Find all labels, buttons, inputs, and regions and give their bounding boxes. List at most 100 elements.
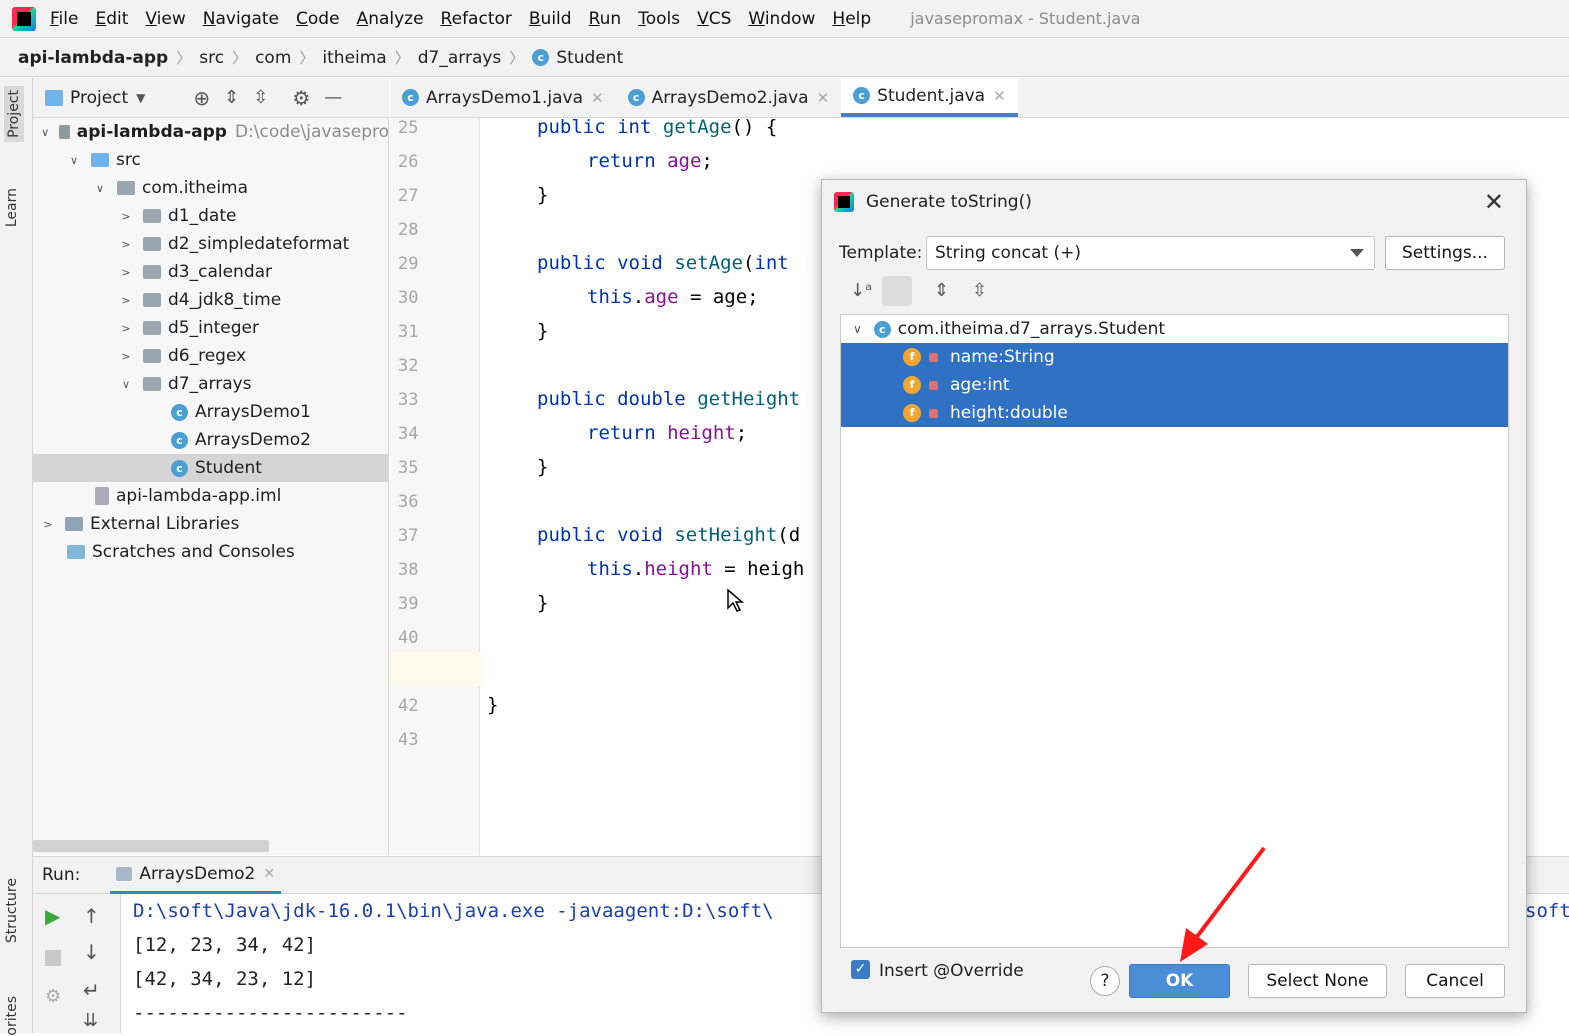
- tree-item-d7[interactable]: ∨ d7_arrays: [33, 370, 388, 398]
- menu-window[interactable]: Window: [748, 9, 815, 29]
- breadcrumb-com[interactable]: com: [255, 48, 291, 68]
- tree-item-d3[interactable]: > d3_calendar: [33, 258, 388, 286]
- member-item-name[interactable]: f name:String: [841, 343, 1508, 371]
- tree-item-scratches[interactable]: Scratches and Consoles: [33, 538, 388, 566]
- class-node[interactable]: ∨ c com.itheima.d7_arrays.Student: [841, 315, 1508, 343]
- menu-code[interactable]: Code: [296, 9, 340, 29]
- tab-arraysdemo1[interactable]: c ArraysDemo1.java ✕: [390, 78, 616, 117]
- tab-arraysdemo2[interactable]: c ArraysDemo2.java ✕: [616, 78, 842, 117]
- project-view-selector[interactable]: Project: [70, 88, 128, 108]
- menu-run[interactable]: Run: [589, 9, 622, 29]
- rerun-icon[interactable]: ▶: [45, 904, 60, 928]
- breadcrumb-src[interactable]: src: [199, 48, 224, 68]
- member-item-age[interactable]: f age:int: [841, 371, 1508, 399]
- close-icon[interactable]: ✕: [817, 89, 830, 107]
- code-line-27: }: [537, 184, 549, 206]
- breadcrumb-itheima[interactable]: itheima: [322, 48, 386, 68]
- arrow-down-icon[interactable]: ↓: [83, 940, 100, 964]
- stop-icon[interactable]: [45, 950, 61, 966]
- cancel-button[interactable]: Cancel: [1405, 964, 1505, 998]
- chevron-down-icon[interactable]: ∨: [853, 322, 862, 336]
- horizontal-scrollbar[interactable]: [33, 840, 269, 852]
- tree-item-arraysdemo2[interactable]: c ArraysDemo2: [33, 426, 388, 454]
- sort-alphabetically-icon[interactable]: ↓ᵃ: [850, 280, 872, 301]
- tool-tab-favorites[interactable]: orites: [4, 996, 20, 1036]
- close-icon[interactable]: ✕: [1484, 188, 1504, 216]
- show-classes-icon[interactable]: [882, 276, 912, 306]
- menu-refactor[interactable]: Refactor: [441, 9, 512, 29]
- tree-item-d4[interactable]: > d4_jdk8_time: [33, 286, 388, 314]
- member-list[interactable]: ∨ c com.itheima.d7_arrays.Student f name…: [840, 314, 1509, 948]
- breadcrumb-project[interactable]: api-lambda-app: [18, 48, 168, 68]
- expand-all-icon[interactable]: ⇕: [224, 87, 239, 108]
- menu-navigate[interactable]: Navigate: [203, 9, 279, 29]
- close-icon[interactable]: ✕: [591, 89, 604, 107]
- chevron-down-icon[interactable]: ∨: [67, 154, 81, 167]
- chevron-right-icon[interactable]: >: [119, 210, 133, 223]
- menu-file[interactable]: File: [50, 9, 78, 29]
- tree-item-iml[interactable]: api-lambda-app.iml: [33, 482, 388, 510]
- line-number: 36: [398, 492, 419, 512]
- chevron-right-icon[interactable]: >: [41, 518, 55, 531]
- tree-item-d5[interactable]: > d5_integer: [33, 314, 388, 342]
- template-select[interactable]: String concat (+): [926, 236, 1375, 270]
- menu-help[interactable]: Help: [832, 9, 871, 29]
- tree-label: api-lambda-app.iml: [116, 486, 282, 506]
- chevron-right-icon[interactable]: >: [119, 238, 133, 251]
- tree-item-d6[interactable]: > d6_regex: [33, 342, 388, 370]
- chevron-down-icon[interactable]: ∨: [93, 182, 107, 195]
- chevron-right-icon[interactable]: >: [119, 322, 133, 335]
- close-icon[interactable]: ✕: [993, 87, 1006, 105]
- breadcrumb-d7-arrays[interactable]: d7_arrays: [418, 48, 502, 68]
- tree-item-module[interactable]: ∨ api-lambda-app D:\code\javasepro: [33, 118, 389, 146]
- gear-icon[interactable]: ⚙: [292, 86, 310, 110]
- collapse-all-icon[interactable]: ⇳: [972, 280, 987, 301]
- tree-item-d1-date[interactable]: > d1_date: [33, 202, 388, 230]
- tree-item-external-libraries[interactable]: > External Libraries: [33, 510, 388, 538]
- tree-item-student[interactable]: c Student: [33, 454, 388, 482]
- chevron-right-icon[interactable]: >: [119, 294, 133, 307]
- chevron-right-icon[interactable]: >: [119, 266, 133, 279]
- ok-button[interactable]: OK: [1129, 964, 1230, 998]
- keyword: int: [754, 252, 789, 274]
- select-none-button[interactable]: Select None: [1248, 964, 1387, 998]
- menu-analyze[interactable]: Analyze: [357, 9, 424, 29]
- locate-icon[interactable]: ⊕: [193, 86, 210, 110]
- menu-tools[interactable]: Tools: [638, 9, 680, 29]
- tree-item-d2[interactable]: > d2_simpledateformat: [33, 230, 388, 258]
- menu-view[interactable]: View: [145, 9, 185, 29]
- tree-item-src[interactable]: ∨ src: [33, 146, 388, 174]
- tool-tab-structure[interactable]: Structure: [4, 878, 20, 943]
- chevron-right-icon[interactable]: >: [119, 350, 133, 363]
- soft-wrap-icon[interactable]: ↵: [83, 978, 100, 1002]
- arrow-up-icon[interactable]: ↑: [83, 904, 100, 928]
- menu-edit[interactable]: Edit: [95, 9, 128, 29]
- tool-tab-project[interactable]: Project: [4, 86, 24, 142]
- collapse-all-icon[interactable]: ⇳: [253, 87, 268, 108]
- tool-tab-learn[interactable]: Learn: [4, 188, 20, 227]
- tree-item-arraysdemo1[interactable]: c ArraysDemo1: [33, 398, 388, 426]
- insert-override-label[interactable]: Insert @Override: [879, 961, 1024, 981]
- tree-label: d6_regex: [168, 346, 247, 366]
- menu-build[interactable]: Build: [529, 9, 572, 29]
- restore-layout-icon[interactable]: ⚙: [45, 986, 61, 1007]
- settings-button[interactable]: Settings...: [1385, 236, 1505, 270]
- run-tab-arraysdemo2[interactable]: ArraysDemo2 ✕: [110, 856, 282, 894]
- insert-override-checkbox[interactable]: ✓: [851, 960, 870, 979]
- code-line-39: }: [537, 592, 549, 614]
- tab-student[interactable]: c Student.java ✕: [841, 78, 1018, 117]
- chevron-down-icon[interactable]: ▼: [136, 91, 145, 105]
- chevron-down-icon[interactable]: ∨: [41, 126, 49, 139]
- module-path: D:\code\javasepro: [234, 122, 389, 142]
- keyword: this: [587, 286, 633, 308]
- menu-vcs[interactable]: VCS: [697, 9, 731, 29]
- help-button[interactable]: ?: [1090, 966, 1120, 996]
- chevron-down-icon[interactable]: ∨: [119, 378, 133, 391]
- tree-item-package[interactable]: ∨ com.itheima: [33, 174, 388, 202]
- close-icon[interactable]: ✕: [263, 866, 275, 882]
- scroll-to-end-icon[interactable]: ⇊: [83, 1010, 98, 1031]
- breadcrumb-student[interactable]: Student: [556, 48, 623, 68]
- expand-all-icon[interactable]: ⇕: [934, 280, 949, 301]
- hide-icon[interactable]: —: [324, 87, 342, 108]
- member-item-height[interactable]: f height:double: [841, 399, 1508, 427]
